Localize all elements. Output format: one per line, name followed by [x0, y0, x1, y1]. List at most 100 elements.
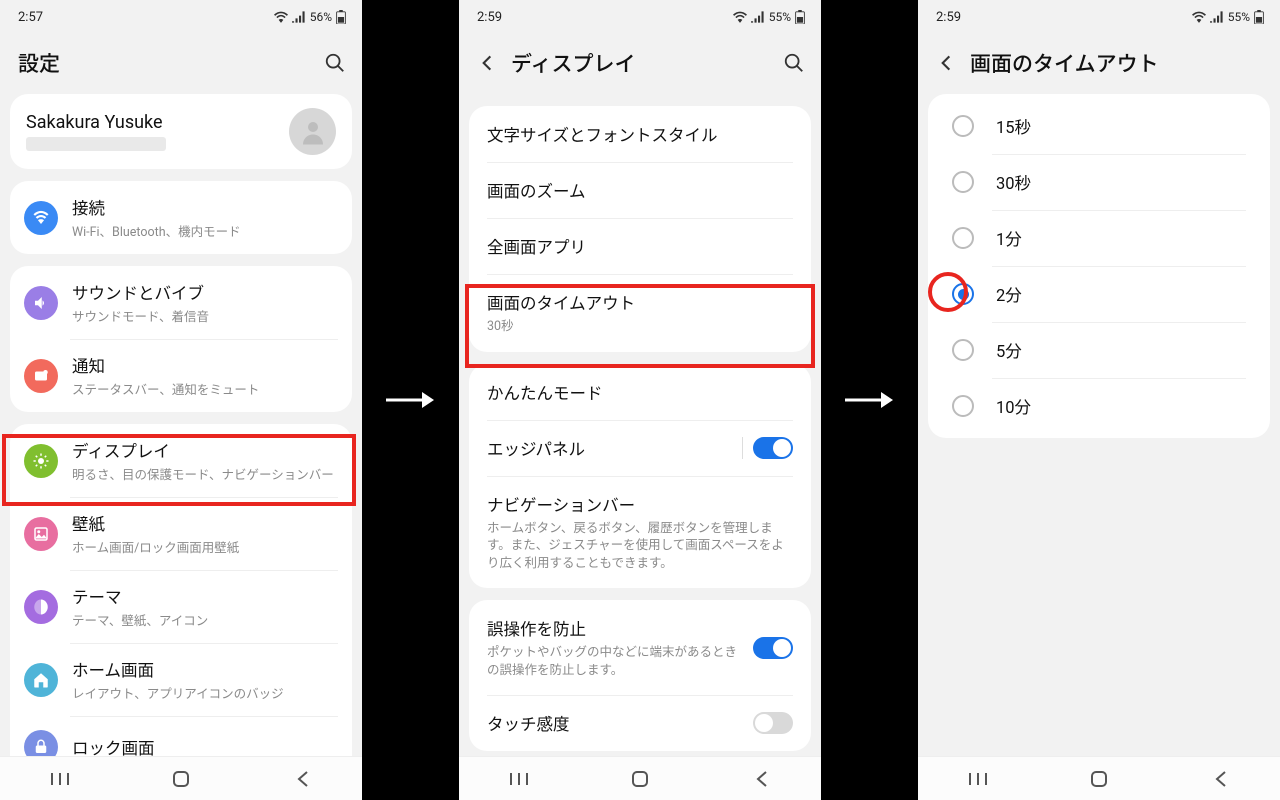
radio-option[interactable]: 5分 [938, 322, 1260, 378]
content: 文字サイズとフォントスタイル 画面のズーム 全画面アプリ 画面のタイムアウト 3… [459, 94, 821, 800]
wifi-icon [733, 11, 747, 23]
battery-icon [336, 10, 346, 24]
highlight-timeout [465, 284, 815, 368]
back-icon[interactable] [936, 53, 956, 73]
phone-timeout-options: 2:59 55% 画面のタイムアウト 15秒 30秒 1分2分 5分 10分 [918, 0, 1280, 800]
header: 設定 [0, 34, 362, 94]
nav-bar [459, 756, 821, 800]
arrow-icon [378, 388, 444, 412]
row-navigation-bar[interactable]: ナビゲーションバー ホームボタン、戻るボタン、履歴ボタンを管理します。また、ジェ… [469, 476, 811, 589]
row-home[interactable]: ホーム画面レイアウト、アプリアイコンのバッジ [10, 643, 352, 716]
wifi-icon [1192, 11, 1206, 23]
radio-label: 30秒 [996, 170, 1031, 194]
nav-recents[interactable] [40, 759, 80, 799]
toggle-switch[interactable] [753, 637, 793, 659]
row-sub: ホーム画面/ロック画面用壁紙 [72, 537, 336, 556]
row-screen-zoom[interactable]: 画面のズーム [469, 162, 811, 218]
row-label: サウンドとバイブ [72, 280, 336, 304]
page-title: 画面のタイムアウト [970, 48, 1264, 78]
signal-icon [751, 11, 765, 23]
row-notifications[interactable]: 通知ステータスバー、通知をミュート [10, 339, 352, 412]
sound-icon [24, 286, 58, 320]
status-right: 55% [733, 10, 805, 24]
toggle-switch[interactable] [753, 437, 793, 459]
status-bar: 2:57 56% [0, 0, 362, 34]
battery-icon [795, 10, 805, 24]
radio-button[interactable] [952, 395, 974, 417]
status-time: 2:59 [936, 10, 961, 25]
row-sub: テーマ、壁紙、アイコン [72, 610, 336, 629]
profile-card[interactable]: Sakakura Yusuke [10, 94, 352, 169]
row-wallpaper[interactable]: 壁紙ホーム画面/ロック画面用壁紙 [10, 497, 352, 570]
nav-home[interactable] [1079, 759, 1119, 799]
wifi-icon [274, 11, 288, 23]
nav-back[interactable] [741, 759, 781, 799]
radio-label: 15秒 [996, 114, 1031, 138]
content: 15秒 30秒 1分2分 5分 10分 [918, 94, 1280, 800]
radio-option[interactable]: 2分 [938, 266, 1260, 322]
radio-option[interactable]: 30秒 [938, 154, 1260, 210]
header: ディスプレイ [459, 34, 821, 94]
row-sub: レイアウト、アプリアイコンのバッジ [72, 683, 336, 702]
radio-button[interactable] [952, 115, 974, 137]
radio-label: 10分 [996, 394, 1031, 418]
back-icon[interactable] [477, 53, 497, 73]
page-title: ディスプレイ [511, 48, 769, 78]
settings-group-1: 接続Wi-Fi、Bluetooth、機内モード [10, 181, 352, 254]
nav-recents[interactable] [499, 759, 539, 799]
row-connections[interactable]: 接続Wi-Fi、Bluetooth、機内モード [10, 181, 352, 254]
status-right: 55% [1192, 10, 1264, 24]
status-battery: 55% [1228, 10, 1250, 24]
wifi-icon [24, 201, 58, 235]
status-battery: 56% [310, 10, 332, 24]
row-easy-mode[interactable]: かんたんモード [469, 364, 811, 420]
nav-back[interactable] [282, 759, 322, 799]
radio-option[interactable]: 1分 [938, 210, 1260, 266]
row-label: 壁紙 [72, 511, 336, 535]
toggle-switch[interactable] [753, 712, 793, 734]
nav-back[interactable] [1200, 759, 1240, 799]
settings-group-2: サウンドとバイブサウンドモード、着信音 通知ステータスバー、通知をミュート [10, 266, 352, 412]
notification-icon [24, 359, 58, 393]
row-sub: Wi-Fi、Bluetooth、機内モード [72, 221, 336, 240]
page-title: 設定 [18, 48, 310, 78]
status-bar: 2:59 55% [918, 0, 1280, 34]
row-prevent-misop[interactable]: 誤操作を防止ポケットやバッグの中などに端末があるときの誤操作を防止します。 [469, 600, 811, 695]
profile-name: Sakakura Yusuke [26, 112, 166, 133]
row-sound[interactable]: サウンドとバイブサウンドモード、着信音 [10, 266, 352, 339]
radio-button[interactable] [952, 339, 974, 361]
row-themes[interactable]: テーマテーマ、壁紙、アイコン [10, 570, 352, 643]
radio-label: 5分 [996, 338, 1022, 362]
display-group-3: 誤操作を防止ポケットやバッグの中などに端末があるときの誤操作を防止します。 タッ… [469, 600, 811, 751]
row-edge-panel[interactable]: エッジパネル [469, 420, 811, 476]
radio-button[interactable] [952, 227, 974, 249]
row-touch-sensitivity[interactable]: タッチ感度 [469, 695, 811, 751]
nav-bar [0, 756, 362, 800]
nav-recents[interactable] [958, 759, 998, 799]
radio-option[interactable]: 10分 [938, 378, 1260, 434]
highlight-ring [928, 272, 968, 312]
toggle-divider [742, 437, 743, 459]
home-icon [24, 663, 58, 697]
arrow-icon [837, 388, 903, 412]
radio-button[interactable] [952, 171, 974, 193]
row-label: ホーム画面 [72, 657, 336, 681]
phone-settings-main: 2:57 56% 設定 Sakakura Yusuke 接続Wi-Fi、Blue… [0, 0, 362, 800]
search-icon[interactable] [324, 52, 346, 74]
nav-home[interactable] [161, 759, 201, 799]
row-label: テーマ [72, 584, 336, 608]
row-fullscreen-apps[interactable]: 全画面アプリ [469, 218, 811, 274]
nav-home[interactable] [620, 759, 660, 799]
status-time: 2:59 [477, 10, 502, 25]
wallpaper-icon [24, 517, 58, 551]
header: 画面のタイムアウト [918, 34, 1280, 94]
row-font-size[interactable]: 文字サイズとフォントスタイル [469, 106, 811, 162]
signal-icon [292, 11, 306, 23]
timeout-options-card: 15秒 30秒 1分2分 5分 10分 [928, 94, 1270, 438]
search-icon[interactable] [783, 52, 805, 74]
row-sub: ステータスバー、通知をミュート [72, 379, 336, 398]
status-battery: 55% [769, 10, 791, 24]
radio-option[interactable]: 15秒 [938, 98, 1260, 154]
highlight-display [2, 434, 356, 506]
display-group-2: かんたんモード エッジパネル ナビゲーションバー ホームボタン、戻るボタン、履歴… [469, 364, 811, 589]
